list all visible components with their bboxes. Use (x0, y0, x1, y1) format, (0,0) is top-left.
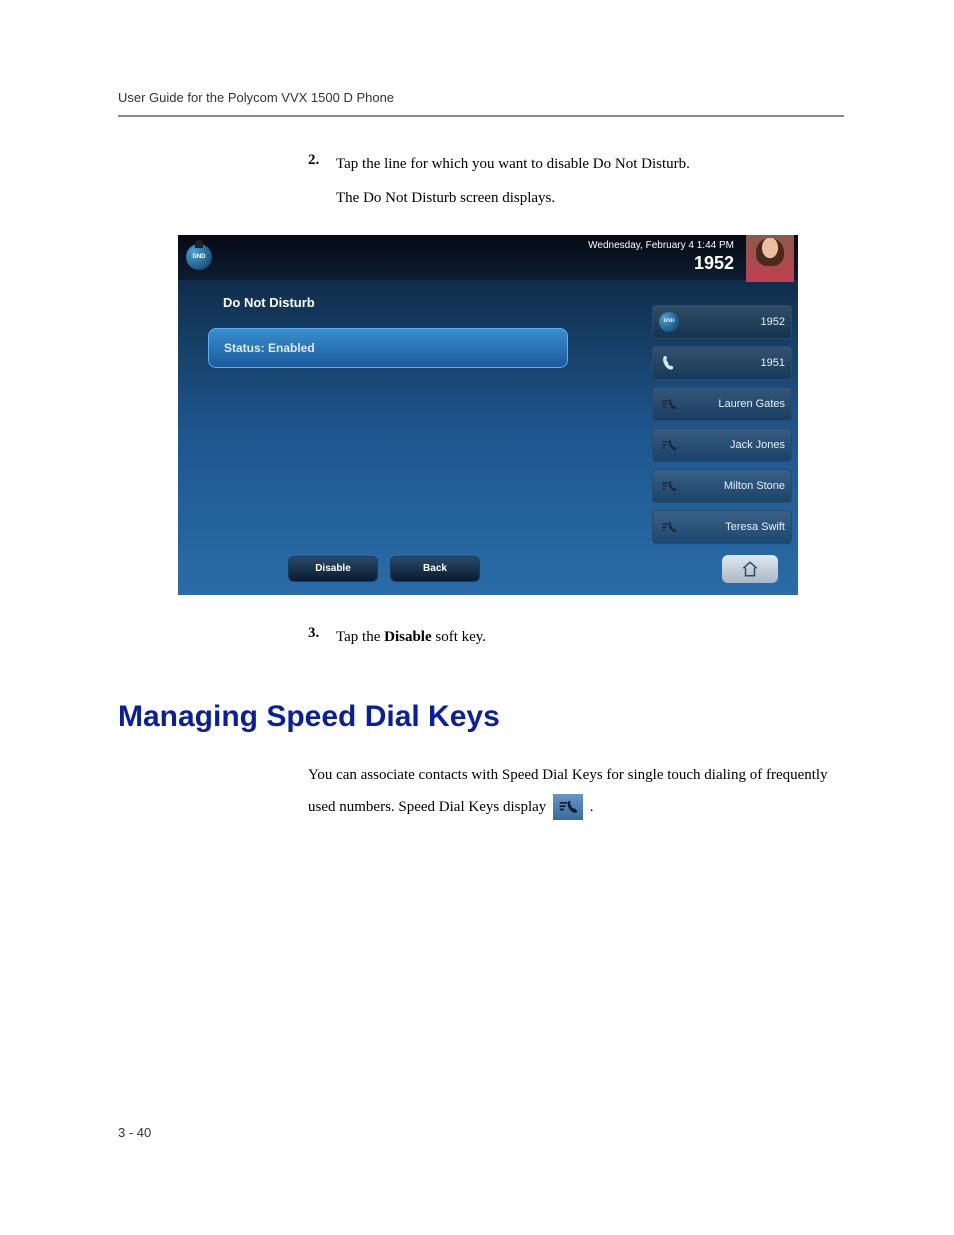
line-key-lauren[interactable]: Lauren Gates (652, 387, 792, 421)
page-number: 3 - 40 (118, 1125, 151, 1140)
dnd-status-icon: DND (186, 244, 212, 270)
phone-screenshot: DND Wednesday, February 4 1:44 PM 1952 D… (178, 235, 798, 595)
line-label: Teresa Swift (725, 521, 785, 533)
back-button[interactable]: Back (390, 556, 480, 582)
dnd-icon: DND (659, 312, 679, 332)
line-label: Lauren Gates (718, 398, 785, 410)
screen-title: Do Not Disturb (208, 295, 643, 310)
date-text: Wednesday, February 4 1:44 PM (588, 239, 734, 252)
section-heading: Managing Speed Dial Keys (118, 700, 844, 734)
line-key-1952[interactable]: DND 1952 (652, 305, 792, 339)
line-label: Milton Stone (724, 480, 785, 492)
line-keys: DND 1952 1951 Lauren Gates Jack Jones (652, 305, 792, 551)
step-text: Tap the line for which you want to disab… (336, 152, 690, 178)
speed-dial-icon (659, 435, 679, 455)
avatar (746, 235, 794, 283)
page-header: User Guide for the Polycom VVX 1500 D Ph… (118, 90, 844, 117)
step-number: 2. (308, 152, 336, 178)
step-3: 3. Tap the Disable soft key. (308, 625, 844, 651)
status-row[interactable]: Status: Enabled (208, 328, 568, 368)
line-label: 1951 (761, 357, 785, 369)
extension: 1952 (588, 252, 734, 275)
step-2: 2. Tap the line for which you want to di… (308, 152, 844, 178)
line-key-1951[interactable]: 1951 (652, 346, 792, 380)
home-icon (740, 560, 760, 578)
step-text: Tap the Disable soft key. (336, 625, 486, 651)
section-paragraph: You can associate contacts with Speed Di… (308, 760, 844, 823)
date-time: Wednesday, February 4 1:44 PM 1952 (588, 239, 734, 275)
line-label: Jack Jones (730, 439, 785, 451)
disable-button[interactable]: Disable (288, 556, 378, 582)
line-key-teresa[interactable]: Teresa Swift (652, 510, 792, 544)
line-label: 1952 (761, 316, 785, 328)
step-2-sub: The Do Not Disturb screen displays. (336, 190, 844, 207)
screenshot-topbar: DND Wednesday, February 4 1:44 PM 1952 (178, 235, 798, 280)
speed-dial-icon (659, 476, 679, 496)
speed-dial-icon (659, 394, 679, 414)
line-key-milton[interactable]: Milton Stone (652, 469, 792, 503)
softkey-bar: Disable Back (178, 551, 798, 587)
speed-dial-icon (659, 517, 679, 537)
step-number: 3. (308, 625, 336, 651)
line-key-jack[interactable]: Jack Jones (652, 428, 792, 462)
home-button[interactable] (722, 555, 778, 583)
speed-dial-icon (553, 794, 583, 820)
screenshot-main: Do Not Disturb Status: Enabled (208, 295, 643, 368)
handset-icon (659, 353, 679, 373)
